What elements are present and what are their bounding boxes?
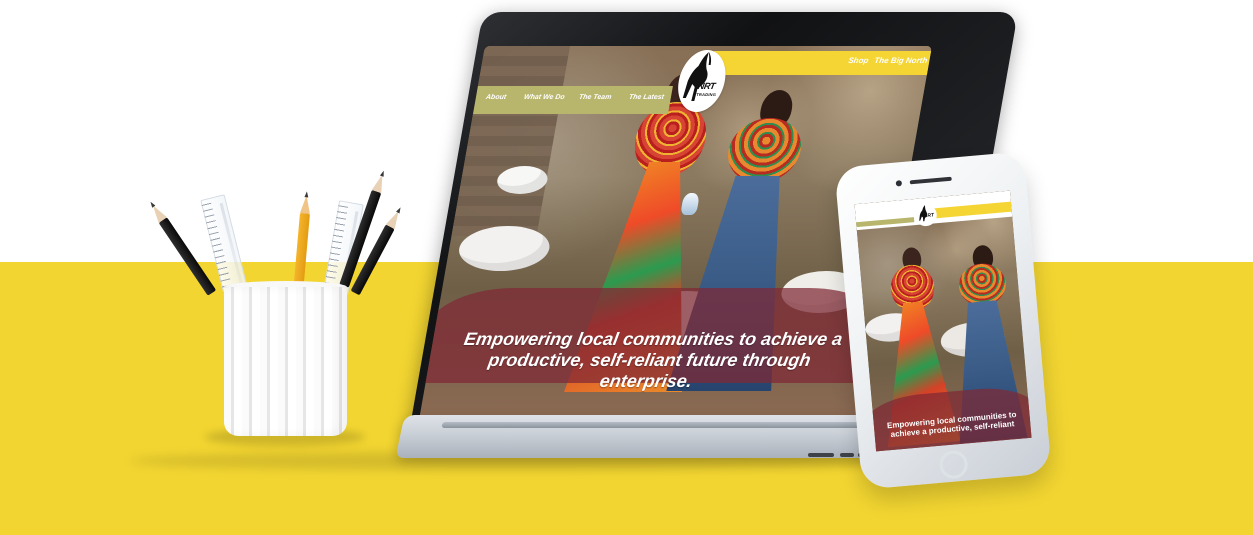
phone-brand-logo-text: NRT <box>923 212 935 220</box>
nav-link-what-we-do[interactable]: What We Do <box>523 94 565 101</box>
nav-link-latest[interactable]: The Latest <box>628 94 664 101</box>
nav-link-about[interactable]: About <box>485 94 506 101</box>
brand-logo-subtext: TRADING <box>695 92 717 97</box>
beaded-necklace-right <box>957 261 1008 308</box>
nav-link-team[interactable]: The Team <box>578 94 612 101</box>
laptop-lip <box>441 422 863 428</box>
header-link-big-north[interactable]: The Big North <box>874 56 928 65</box>
usb-port-icon <box>808 453 834 457</box>
hero-headline: Empowering local communities to achieve … <box>462 329 845 392</box>
beaded-necklace-right <box>722 118 807 183</box>
brand-logo-text: NRT <box>697 81 716 91</box>
phone-mockup: NRT Empowering local communities to achi… <box>834 151 1052 490</box>
header-link-shop[interactable]: Shop <box>848 56 870 65</box>
device-mockup-scene: About What We Do The Team The Latest NRT… <box>0 0 1253 535</box>
pencil-cup <box>224 281 347 441</box>
phone-website-screen: NRT Empowering local communities to achi… <box>854 190 1032 452</box>
cup-body <box>224 287 347 436</box>
usb-port-icon <box>840 453 854 457</box>
